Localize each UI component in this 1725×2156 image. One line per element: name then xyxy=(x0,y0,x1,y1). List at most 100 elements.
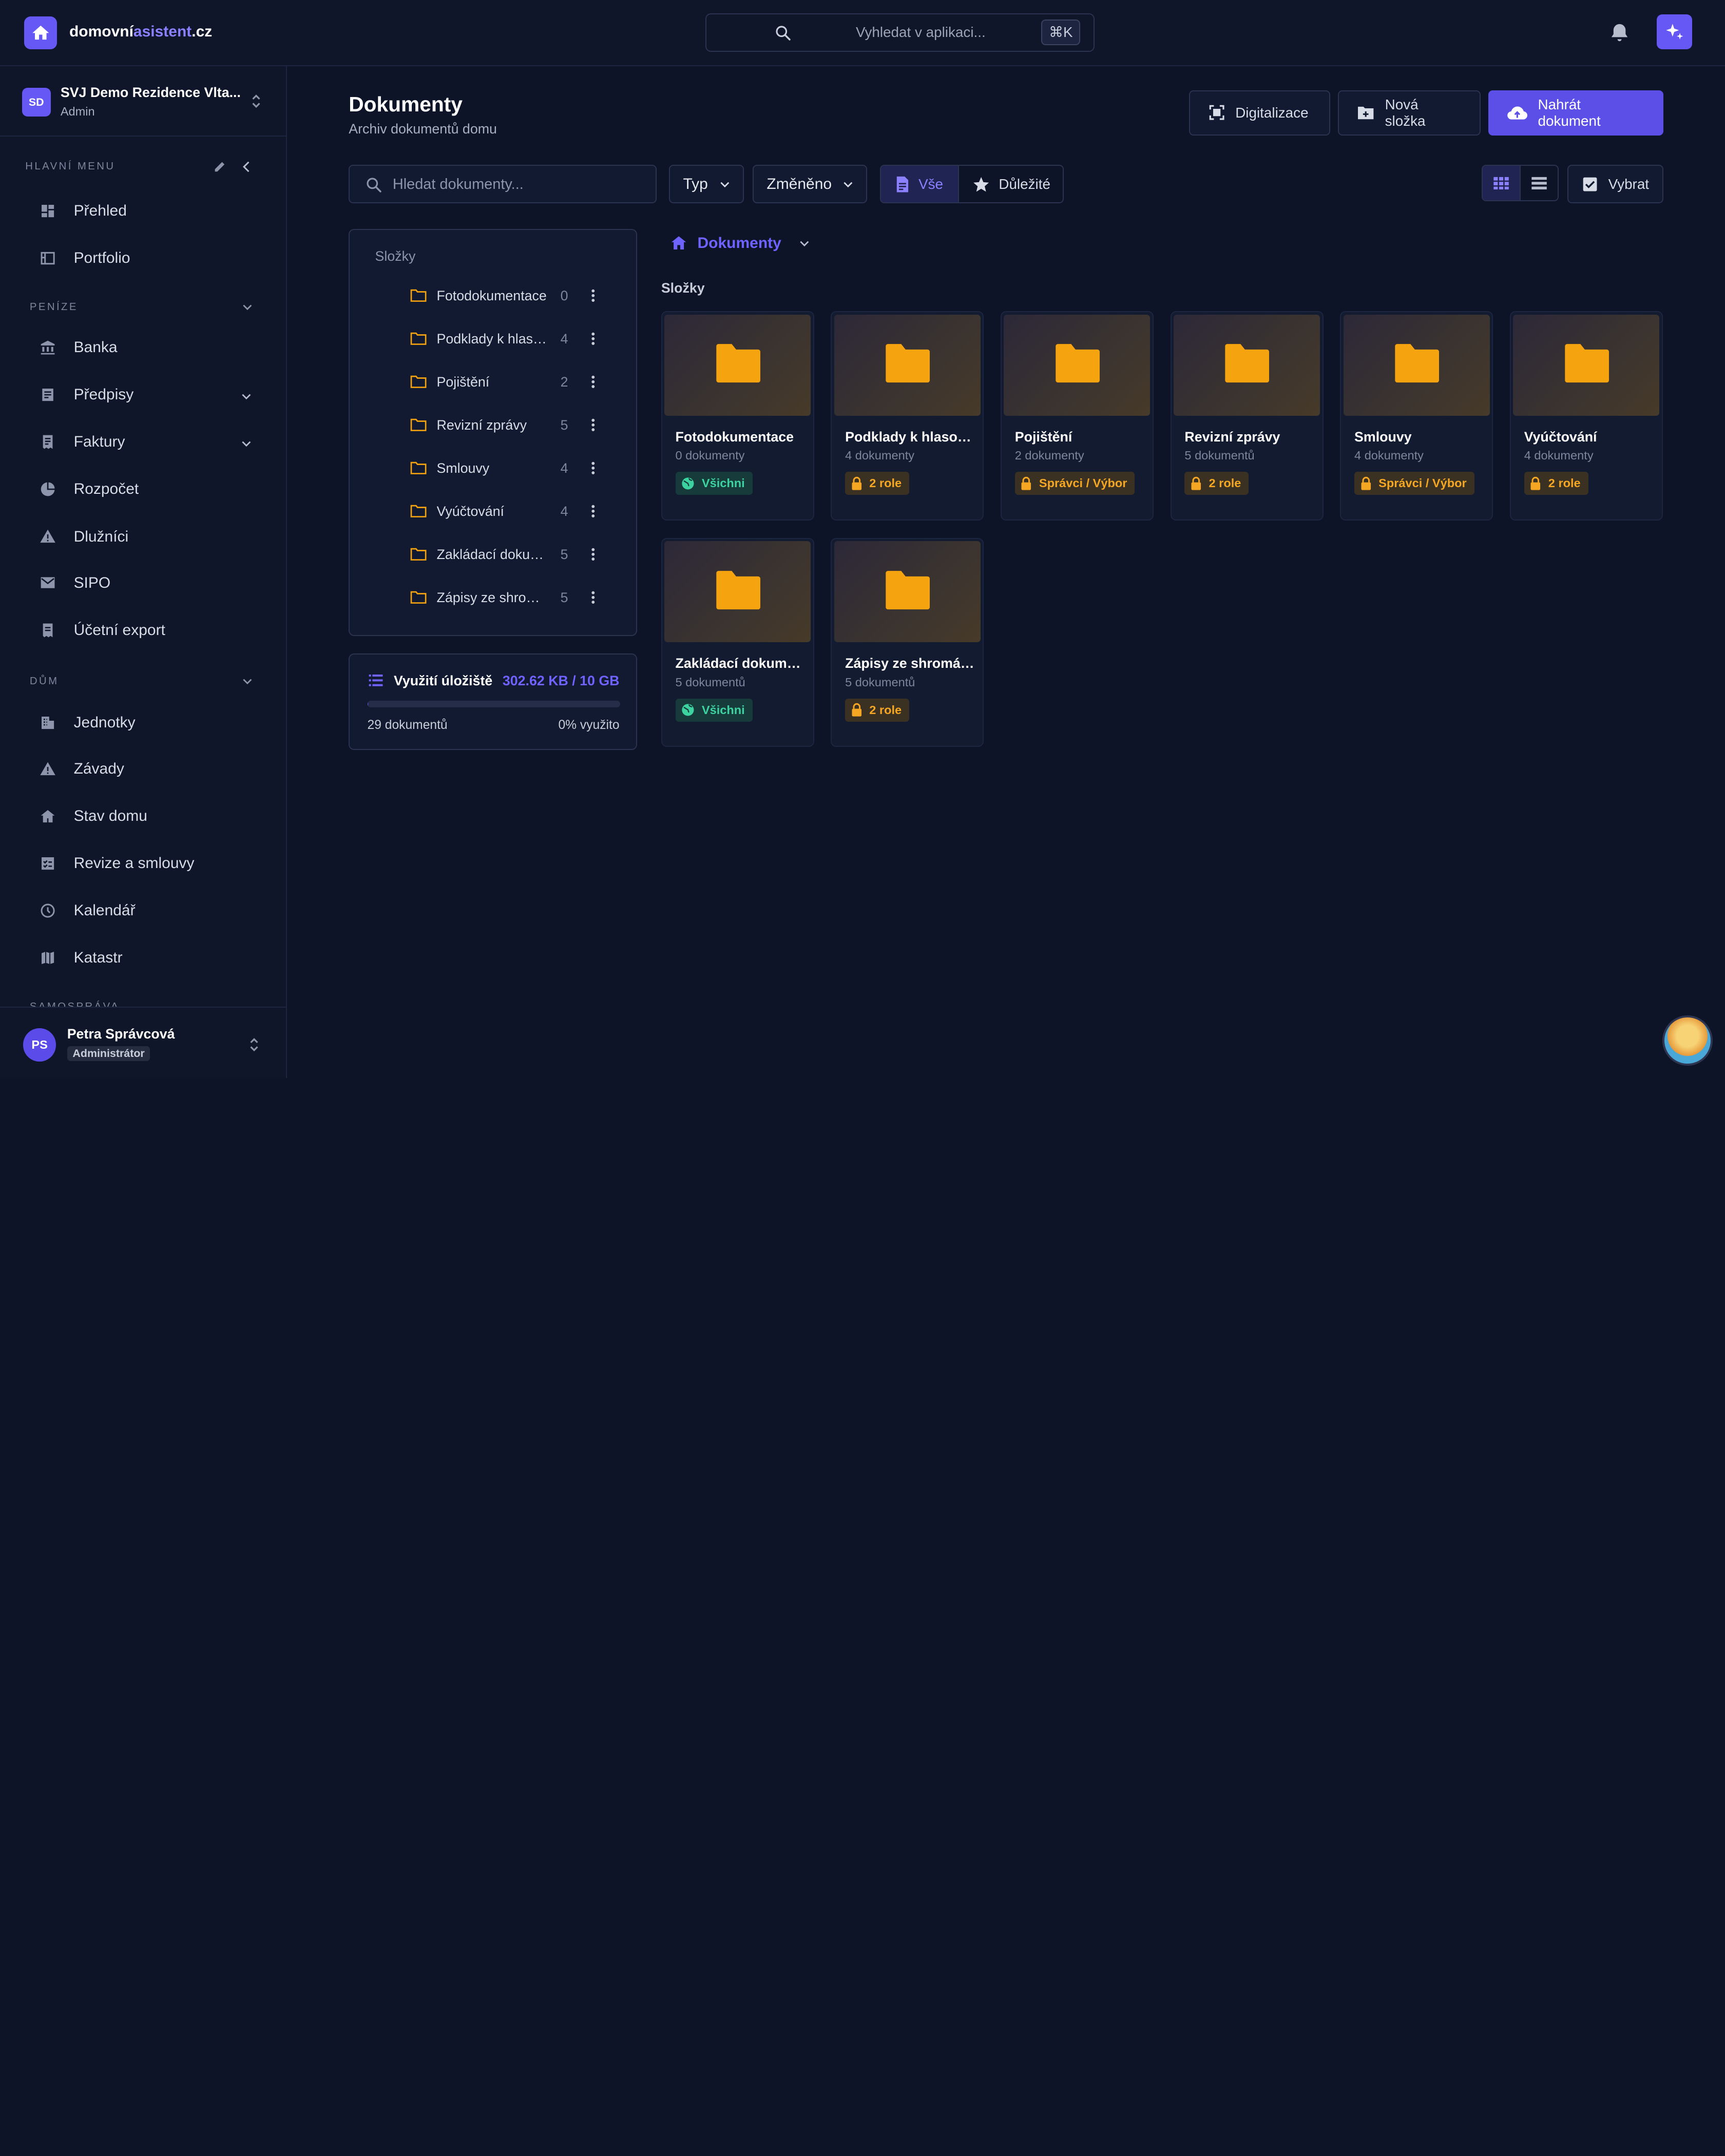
folder-card[interactable]: Zakládací dokume... 5 dokumentů Všichni xyxy=(661,537,814,747)
folder-icon xyxy=(1053,343,1102,383)
list-view-icon[interactable] xyxy=(1520,166,1558,201)
folder-tree-item-name: Vyúčtování xyxy=(436,503,504,519)
home-logo-icon[interactable] xyxy=(24,16,57,50)
folder-tree-item[interactable]: Smlouvy 4 xyxy=(410,457,608,479)
sidebar-item-sipo[interactable]: SIPO xyxy=(40,574,110,592)
ai-sparkle-icon[interactable] xyxy=(1657,14,1692,50)
digitize-button[interactable]: Digitalizace xyxy=(1189,90,1330,136)
folder-outline-icon xyxy=(410,418,428,432)
upload-document-button[interactable]: Nahrát dokument xyxy=(1488,90,1663,136)
folder-card[interactable]: Pojištění 2 dokumenty Správci / Výbor xyxy=(1001,311,1154,521)
folder-tree-item[interactable]: Fotodokumentace 0 xyxy=(410,285,608,307)
changed-filter-dropdown[interactable]: Změněno xyxy=(752,165,867,204)
folder-tree-item-name: Zápisy ze shrom... xyxy=(436,589,549,605)
folder-tree-item-count: 5 xyxy=(560,546,568,562)
document-icon xyxy=(895,176,910,193)
breadcrumb[interactable]: Dokumenty xyxy=(670,234,811,252)
folder-card[interactable]: Podklady k hlasov... 4 dokumenty 2 role xyxy=(831,311,984,521)
folder-tree-item[interactable]: Vyúčtování 4 xyxy=(410,500,608,523)
type-filter-dropdown[interactable]: Typ xyxy=(668,165,744,204)
storage-value: 302.62 KB / 10 GB xyxy=(502,673,620,689)
folder-card-count: 0 dokumenty xyxy=(675,449,745,463)
sidebar-item-rozpocet[interactable]: Rozpočet xyxy=(40,480,139,498)
assistant-avatar[interactable] xyxy=(1662,1015,1713,1066)
app-search-placeholder: Vyhledat v aplikaci... xyxy=(855,24,986,40)
receipt-icon xyxy=(40,434,56,450)
folder-icon xyxy=(1563,343,1611,383)
sidebar-item-faktury[interactable]: Faktury xyxy=(40,433,125,451)
more-vertical-icon[interactable] xyxy=(580,505,606,518)
section-main-label: HLAVNÍ MENU xyxy=(25,160,116,172)
folder-tree-item[interactable]: Pojištění 2 xyxy=(410,371,608,393)
edit-icon[interactable] xyxy=(213,160,227,174)
org-name: SVJ Demo Rezidence Vlta... xyxy=(60,84,241,100)
house-section-chevron-icon[interactable] xyxy=(241,675,254,688)
sidebar-item-kalendar[interactable]: Kalendář xyxy=(40,902,136,919)
folder-tree-item[interactable]: Podklady k hlaso... 4 xyxy=(410,328,608,350)
folder-tree-item[interactable]: Zakládací dokum... 5 xyxy=(410,544,608,566)
folder-thumbnail xyxy=(1513,314,1660,416)
folder-card[interactable]: Zápisy ze shromáž... 5 dokumentů 2 role xyxy=(831,537,984,747)
more-vertical-icon[interactable] xyxy=(580,418,606,432)
more-vertical-icon[interactable] xyxy=(580,332,606,345)
sidebar-item-dluznici[interactable]: Dlužníci xyxy=(40,528,128,546)
shortcut-hint: ⌘K xyxy=(1041,20,1081,45)
more-vertical-icon[interactable] xyxy=(580,289,606,302)
chevron-down-icon[interactable] xyxy=(241,300,254,314)
folder-tree-item-count: 2 xyxy=(560,374,568,390)
filter-important-button[interactable]: Důležité xyxy=(958,166,1063,203)
folder-card[interactable]: Revizní zprávy 5 dokumentů 2 role xyxy=(1170,311,1324,521)
faktury-chevron-down-icon[interactable] xyxy=(240,437,253,450)
lock-icon xyxy=(1360,476,1372,491)
sidebar-item-revize[interactable]: Revize a smlouvy xyxy=(40,855,195,872)
dashboard-icon xyxy=(40,203,56,219)
chevron-down-icon[interactable] xyxy=(798,237,811,250)
org-switcher[interactable]: SD SVJ Demo Rezidence Vlta... Admin xyxy=(0,66,286,137)
new-folder-button[interactable]: Nová složka xyxy=(1337,90,1481,136)
bell-icon[interactable] xyxy=(1607,21,1632,45)
document-search-input[interactable]: Hledat dokumenty... xyxy=(349,165,657,204)
folder-card-name: Vyúčtování xyxy=(1524,429,1597,445)
folder-outline-icon xyxy=(410,289,428,302)
filter-all-button[interactable]: Vše xyxy=(881,166,959,203)
user-menu[interactable]: PS Petra Správcová Administrátor xyxy=(0,1006,286,1078)
sidebar-item-zavady[interactable]: Závady xyxy=(40,760,124,778)
more-vertical-icon[interactable] xyxy=(580,375,606,389)
portfolio-icon xyxy=(40,250,56,266)
more-vertical-icon[interactable] xyxy=(580,548,606,561)
access-badge: Všichni xyxy=(675,698,753,722)
sidebar-item-katastr[interactable]: Katastr xyxy=(40,949,123,967)
sidebar-item-stav-domu[interactable]: Stav domu xyxy=(40,807,147,825)
sidebar-item-prehled[interactable]: Přehled xyxy=(40,202,127,220)
brand-name[interactable]: domovníasistent.cz xyxy=(69,23,212,41)
folder-card[interactable]: Fotodokumentace 0 dokumenty Všichni xyxy=(661,311,814,521)
folder-outline-icon xyxy=(410,591,428,604)
more-vertical-icon[interactable] xyxy=(580,591,606,604)
section-money-label: PENÍZE xyxy=(29,301,78,313)
folder-card[interactable]: Smlouvy 4 dokumenty Správci / Výbor xyxy=(1340,311,1493,521)
warning-icon xyxy=(40,528,56,545)
folder-outline-icon xyxy=(410,461,428,475)
folder-card-name: Podklady k hlasov... xyxy=(845,429,975,445)
app-search[interactable]: Vyhledat v aplikaci... ⌘K xyxy=(705,13,1095,52)
folder-tree-item[interactable]: Zápisy ze shrom... 5 xyxy=(410,587,608,609)
sidebar-item-predpisy[interactable]: Předpisy xyxy=(40,386,133,403)
folder-tree-item[interactable]: Revizní zprávy 5 xyxy=(410,414,608,436)
sidebar-item-jednotky[interactable]: Jednotky xyxy=(40,714,136,732)
folder-tree-item-count: 5 xyxy=(560,589,568,605)
sidebar-item-portfolio[interactable]: Portfolio xyxy=(40,249,130,267)
folder-thumbnail xyxy=(1174,314,1320,416)
folder-card-name: Zápisy ze shromáž... xyxy=(845,655,975,671)
globe-icon xyxy=(681,703,695,717)
section-house-label: DŮM xyxy=(29,675,59,687)
predpisy-chevron-down-icon[interactable] xyxy=(240,390,253,403)
pie-chart-icon xyxy=(40,481,56,497)
grid-view-icon[interactable] xyxy=(1483,166,1520,201)
collapse-left-icon[interactable] xyxy=(240,160,254,174)
sidebar-item-banka[interactable]: Banka xyxy=(40,339,118,356)
select-mode-button[interactable]: Vybrat xyxy=(1567,165,1663,204)
more-vertical-icon[interactable] xyxy=(580,461,606,475)
sidebar-item-ucetni-export[interactable]: Účetní export xyxy=(40,622,165,639)
folder-card[interactable]: Vyúčtování 4 dokumenty 2 role xyxy=(1509,311,1663,521)
warning-icon xyxy=(40,761,56,777)
